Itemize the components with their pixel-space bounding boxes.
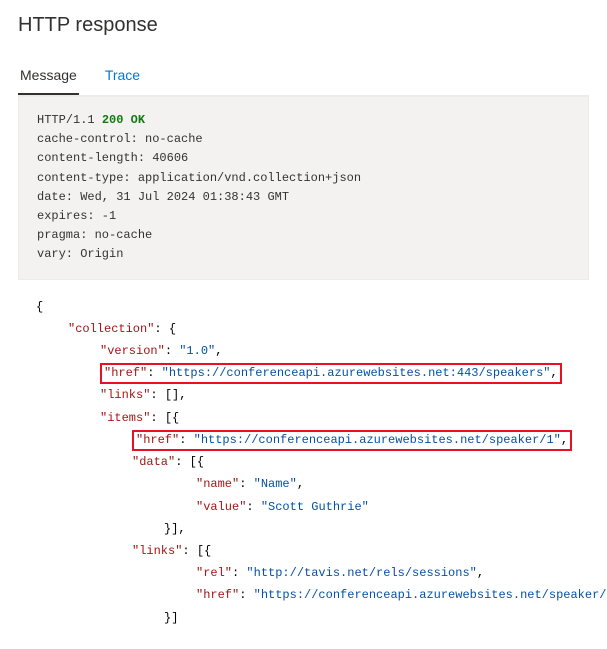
json-line: }]	[36, 607, 571, 629]
header-vary: vary: Origin	[37, 245, 570, 264]
json-line: "rel": "http://tavis.net/rels/sessions",	[36, 562, 571, 584]
json-line: "href": "https://conferenceapi.azurewebs…	[36, 584, 571, 606]
json-line: "collection": {	[36, 318, 571, 340]
page-title: HTTP response	[18, 14, 589, 37]
header-date: date: Wed, 31 Jul 2024 01:38:43 GMT	[37, 188, 570, 207]
json-line: {	[36, 296, 571, 318]
http-status-line: HTTP/1.1 200 OK	[37, 111, 570, 130]
http-proto: HTTP/1.1	[37, 113, 102, 127]
json-line: }],	[36, 518, 571, 540]
json-line-highlight-href-speakers: "href": "https://conferenceapi.azurewebs…	[36, 362, 571, 384]
header-cache-control: cache-control: no-cache	[37, 130, 570, 149]
http-headers-block: HTTP/1.1 200 OK cache-control: no-cache …	[18, 96, 589, 280]
json-line-highlight-href-speaker1: "href": "https://conferenceapi.azurewebs…	[36, 429, 571, 451]
json-line: "items": [{	[36, 407, 571, 429]
tab-trace[interactable]: Trace	[103, 59, 142, 95]
header-content-length: content-length: 40606	[37, 149, 570, 168]
json-line: "version": "1.0",	[36, 340, 571, 362]
http-status: 200 OK	[102, 113, 145, 127]
header-pragma: pragma: no-cache	[37, 226, 570, 245]
json-line: "links": [],	[36, 384, 571, 406]
tab-message[interactable]: Message	[18, 59, 79, 95]
json-line: "name": "Name",	[36, 473, 571, 495]
json-line: "links": [{	[36, 540, 571, 562]
header-expires: expires: -1	[37, 207, 570, 226]
json-line: "data": [{	[36, 451, 571, 473]
tabs-bar: Message Trace	[18, 59, 589, 96]
header-content-type: content-type: application/vnd.collection…	[37, 169, 570, 188]
json-line: "value": "Scott Guthrie"	[36, 496, 571, 518]
http-body-block: { "collection": { "version": "1.0", "hre…	[18, 280, 589, 635]
